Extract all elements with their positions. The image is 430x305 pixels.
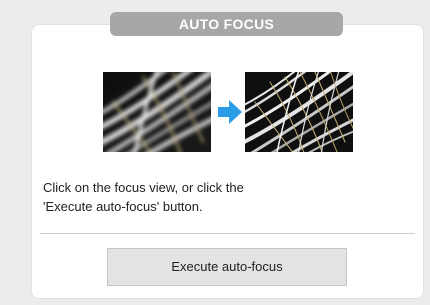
instruction-text: Click on the focus view, or click the 'E… (43, 178, 343, 216)
blurry-focus-image[interactable] (103, 72, 211, 152)
feather-blurry-graphic (103, 72, 211, 152)
feather-sharp-graphic (245, 72, 353, 152)
window-background: AUTO FOCUS Click on the focus view, or c… (0, 0, 430, 305)
panel-title: AUTO FOCUS (110, 12, 343, 36)
sharp-focus-image[interactable] (245, 72, 353, 152)
right-arrow-icon (218, 99, 242, 125)
instruction-line-2: 'Execute auto-focus' button. (43, 199, 203, 214)
divider (40, 233, 415, 234)
instruction-line-1: Click on the focus view, or click the (43, 180, 244, 195)
execute-auto-focus-button[interactable]: Execute auto-focus (107, 248, 347, 286)
